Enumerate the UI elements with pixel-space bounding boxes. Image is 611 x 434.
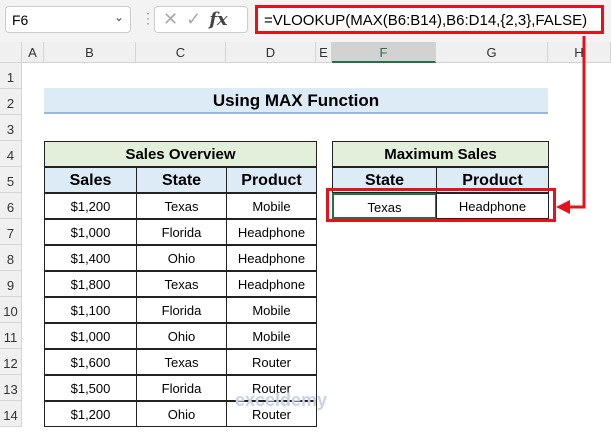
arrow-annotation (556, 36, 586, 214)
arrow-line (566, 36, 586, 209)
arrow-head-icon (556, 200, 570, 214)
exceldemy-logo: exceldemy (235, 390, 328, 410)
